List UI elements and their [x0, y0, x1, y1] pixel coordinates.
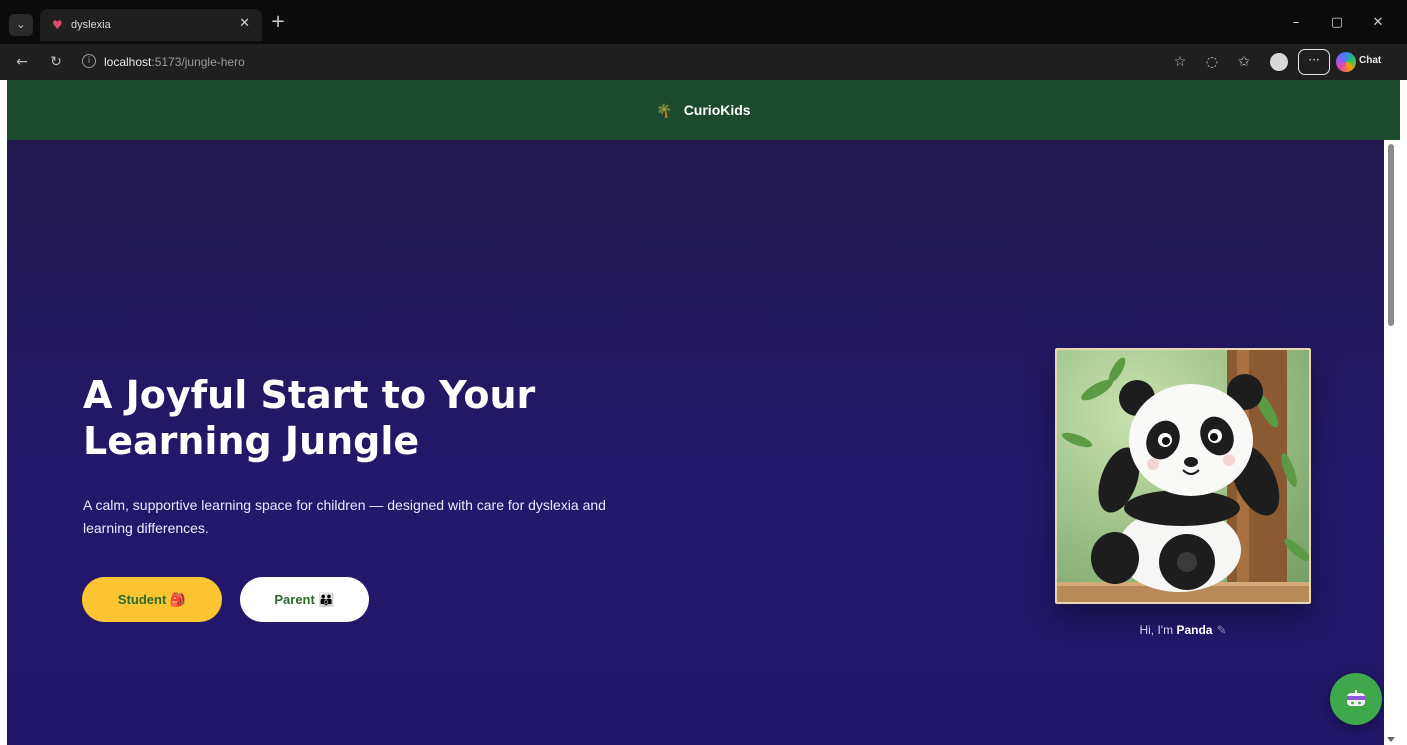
panda-illustration	[1057, 350, 1309, 602]
favorites-icon[interactable]: ✩	[1234, 52, 1254, 72]
tab-title: dyslexia	[71, 19, 111, 31]
url-field[interactable]: i localhost:5173/jungle-hero	[76, 50, 1156, 74]
site-header: 🌴 CurioKids	[7, 80, 1400, 140]
copilot-button[interactable]: Chat	[1336, 52, 1392, 72]
pencil-icon: ✎	[1216, 623, 1227, 637]
robot-icon	[1347, 690, 1365, 706]
address-bar: ← ↻ i localhost:5173/jungle-hero ☆ ◌ ✩ ·…	[0, 44, 1407, 80]
parent-button[interactable]: Parent 👪	[240, 577, 369, 622]
browser-tab-bar: ⌄ ♥ dyslexia ✕ + – ▢ ✕	[0, 0, 1407, 44]
panda-image	[1055, 348, 1311, 604]
back-icon[interactable]: ←	[12, 52, 32, 72]
page-viewport: 🌴 CurioKids A Joyful Start to Your Learn…	[7, 80, 1400, 745]
favorite-star-icon[interactable]: ☆	[1170, 52, 1190, 72]
browser-tab[interactable]: ♥ dyslexia ✕	[40, 9, 262, 41]
page-scrollbar[interactable]	[1384, 140, 1400, 745]
more-icon[interactable]: ···	[1298, 49, 1330, 75]
favicon-icon: ♥	[52, 18, 63, 32]
info-icon[interactable]: i	[82, 54, 96, 68]
refresh-icon[interactable]: ↻	[46, 52, 66, 72]
read-aloud-icon[interactable]: ◌	[1202, 52, 1222, 72]
scrollbar-thumb[interactable]	[1388, 144, 1394, 326]
student-button[interactable]: Student 🎒	[82, 577, 222, 622]
hero-subtitle: A calm, supportive learning space for ch…	[83, 497, 606, 536]
tab-list-icon[interactable]: ⌄	[9, 14, 33, 36]
url-text[interactable]: localhost:5173/jungle-hero	[104, 54, 245, 70]
close-window-button[interactable]: ✕	[1363, 12, 1393, 34]
url-path: :5173/jungle-hero	[151, 55, 245, 69]
hero-title: A Joyful Start to Your Learning Jungle	[83, 373, 536, 463]
scroll-down-arrow-icon[interactable]	[1387, 737, 1395, 742]
copilot-icon	[1336, 52, 1356, 72]
minimize-button[interactable]: –	[1281, 12, 1311, 34]
palm-tree-icon: 🌴	[656, 104, 673, 119]
panda-caption: Hi, I'm Panda ✎	[1055, 622, 1311, 638]
maximize-button[interactable]: ▢	[1322, 12, 1352, 34]
panda-caption-name: Panda	[1176, 623, 1213, 637]
tab-close-icon[interactable]: ✕	[239, 16, 250, 32]
brand-logo[interactable]: 🌴 CurioKids	[7, 80, 1400, 140]
panda-caption-prefix: Hi, I'm	[1139, 623, 1177, 637]
chatbot-button[interactable]	[1330, 673, 1382, 725]
new-tab-button[interactable]: +	[268, 12, 288, 32]
url-host: localhost	[104, 55, 152, 69]
copilot-chat-label: Chat	[1359, 55, 1382, 66]
brand-name: CurioKids	[683, 102, 751, 118]
profile-icon[interactable]	[1270, 53, 1288, 71]
